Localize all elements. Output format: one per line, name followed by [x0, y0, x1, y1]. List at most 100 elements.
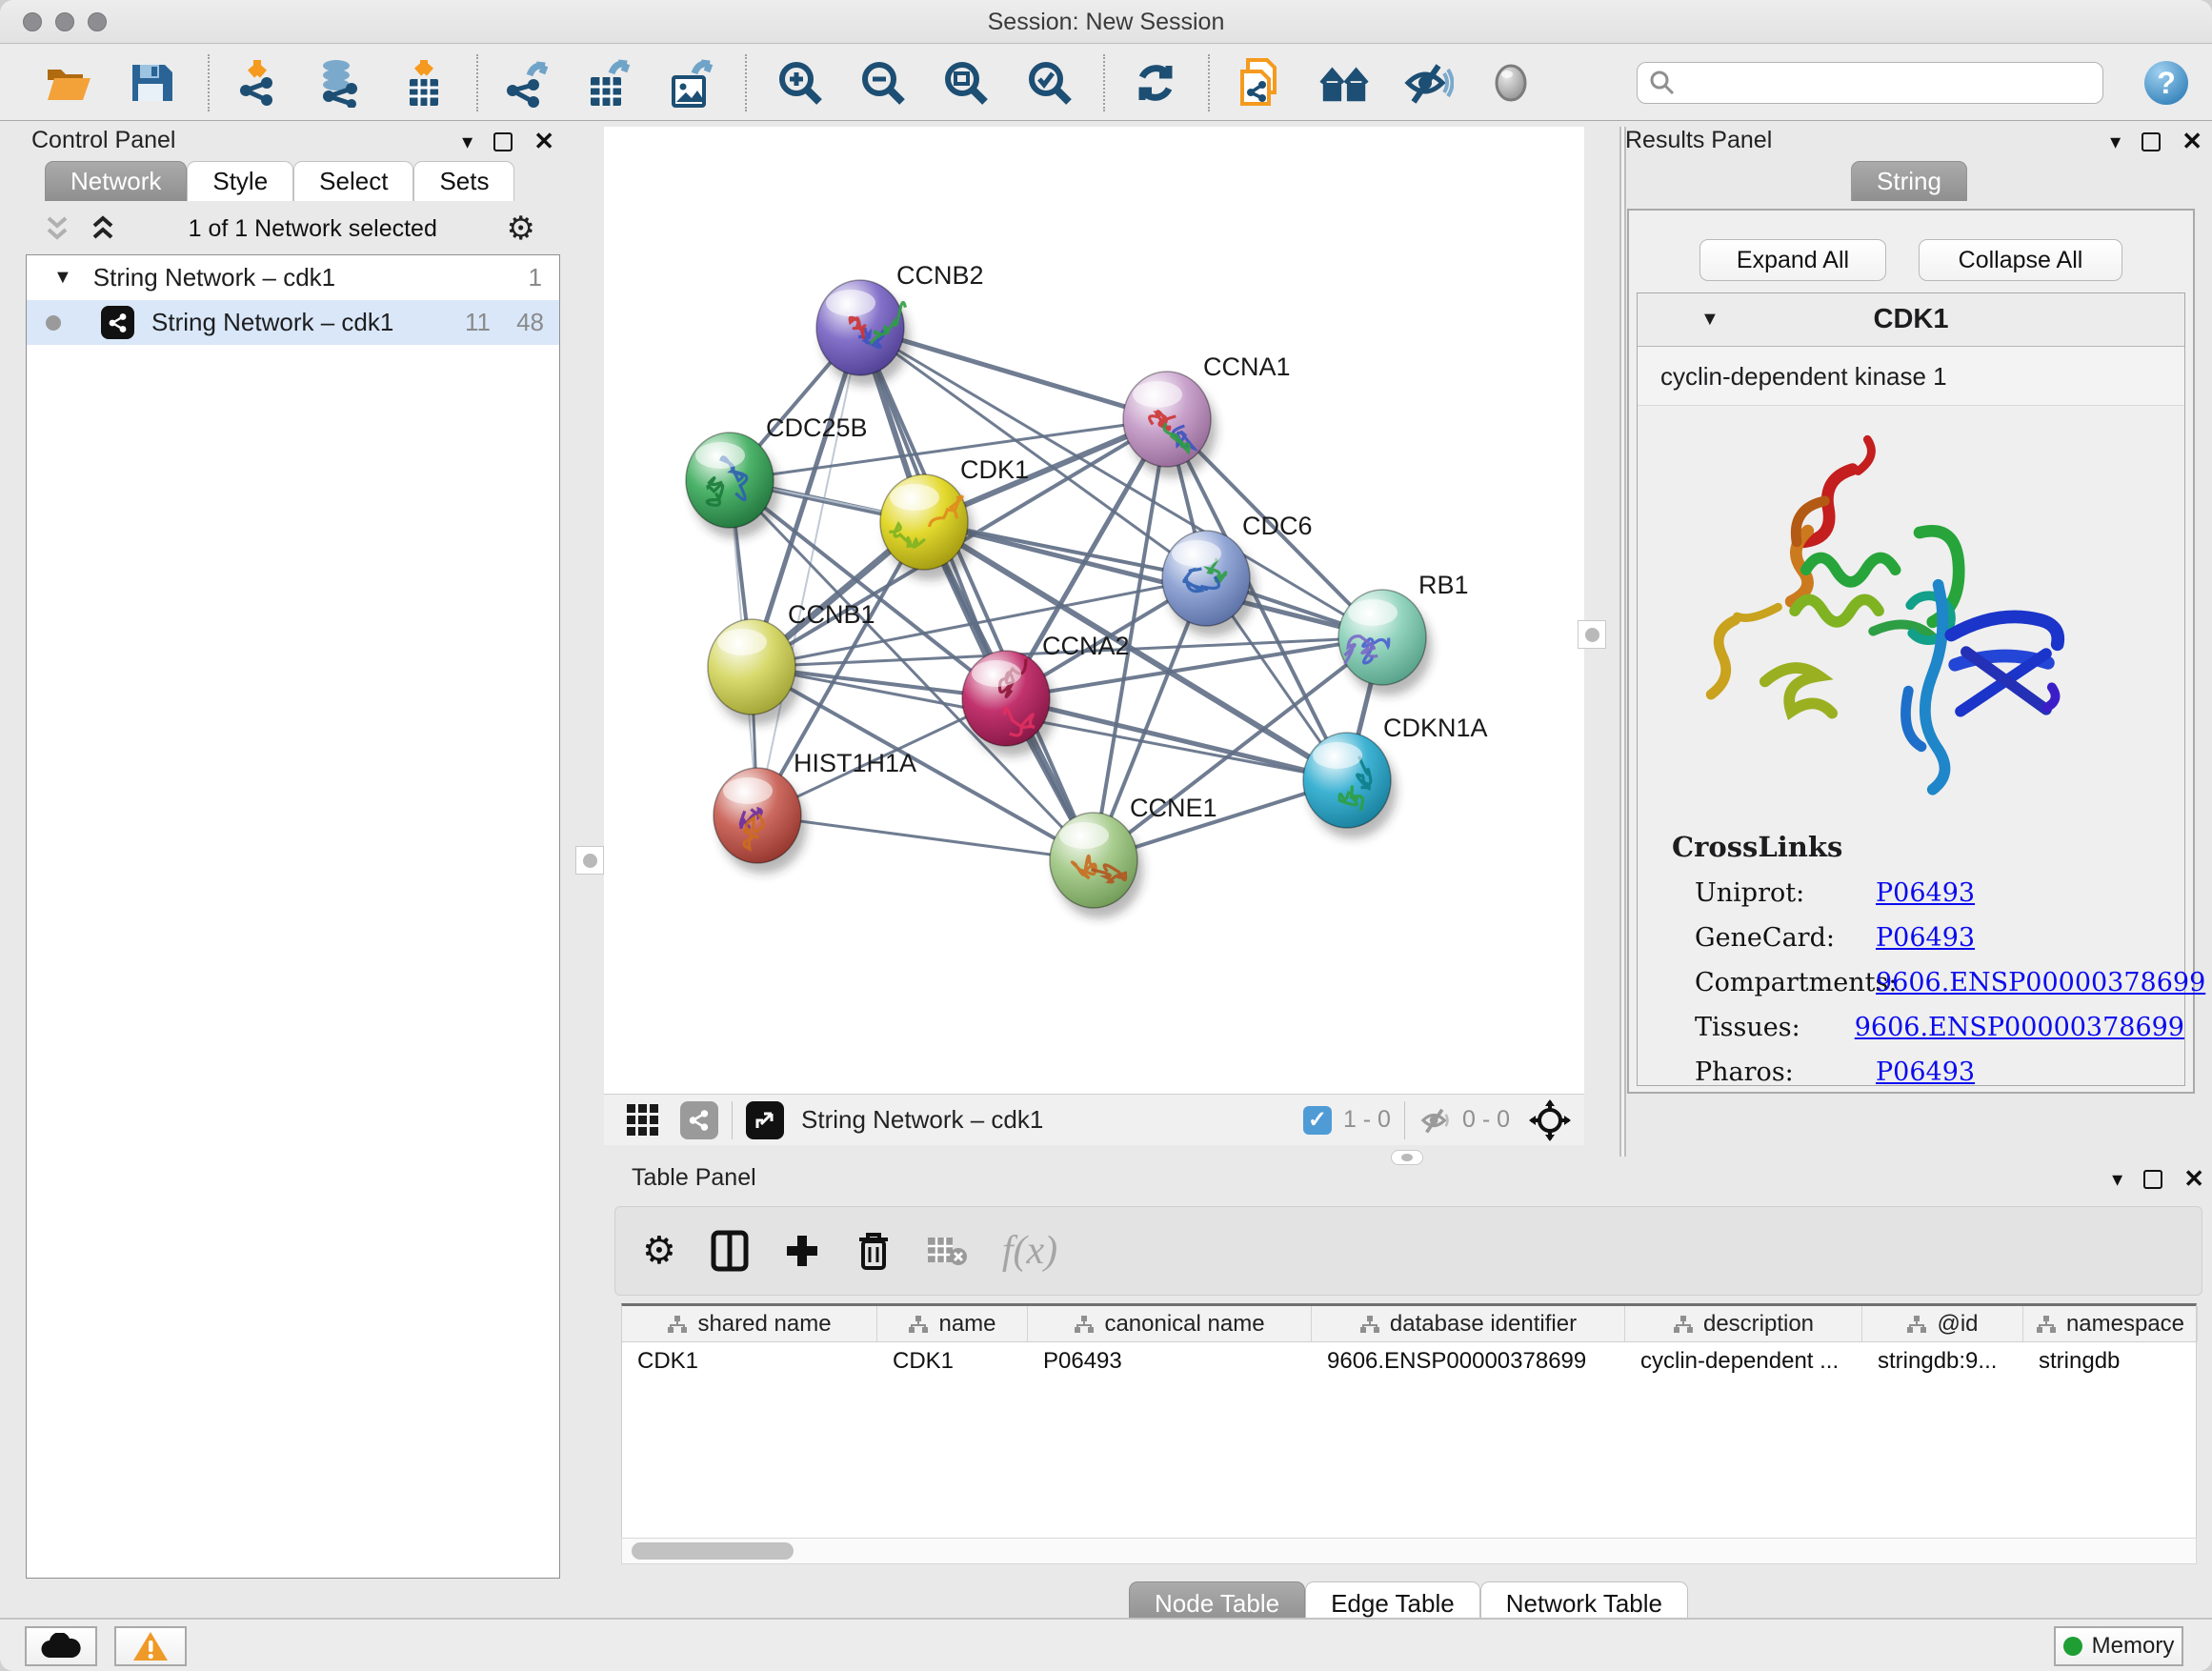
crosslink-link[interactable]: P06493 [1876, 878, 1975, 908]
panel-float-icon[interactable] [2142, 132, 2161, 151]
clone-network-icon[interactable] [1233, 56, 1286, 110]
first-neighbors-icon[interactable] [1317, 56, 1371, 110]
tree-expander-icon[interactable]: ▼ [53, 267, 72, 289]
import-network-file-icon[interactable] [232, 56, 286, 110]
table-cell[interactable]: 9606.ENSP00000378699 [1312, 1342, 1625, 1380]
add-column-icon[interactable] [783, 1232, 821, 1270]
zoom-fit-icon[interactable] [939, 56, 993, 110]
search-field[interactable] [1637, 62, 2103, 104]
crosslink-link[interactable]: P06493 [1876, 1057, 1975, 1087]
hidden-eye-icon[interactable] [1418, 1106, 1453, 1135]
cloud-button[interactable] [25, 1626, 97, 1666]
panel-menu-icon[interactable]: ▾ [2110, 130, 2121, 154]
save-session-icon[interactable] [124, 56, 177, 110]
scrollbar-thumb[interactable] [632, 1542, 794, 1560]
gear-icon[interactable]: ⚙ [507, 210, 535, 248]
delete-icon[interactable] [855, 1230, 892, 1272]
table-horizontal-scrollbar[interactable] [621, 1538, 2197, 1564]
delete-table-icon[interactable] [926, 1234, 968, 1268]
network-node-ccne1[interactable] [1050, 813, 1143, 918]
collapse-all-icon[interactable] [41, 212, 73, 245]
entry-expander-icon[interactable]: ▼ [1700, 309, 1719, 331]
columns-icon[interactable] [711, 1230, 749, 1272]
network-node-cdkn1a[interactable] [1303, 733, 1397, 838]
collapse-all-button[interactable]: Collapse All [1919, 239, 2122, 281]
show-all-icon[interactable] [1484, 56, 1538, 110]
expand-all-icon[interactable] [87, 212, 119, 245]
column-header-shared-name[interactable]: shared name [622, 1306, 877, 1341]
table-row[interactable]: CDK1CDK1P064939606.ENSP00000378699cyclin… [622, 1342, 2196, 1380]
network-edge[interactable] [757, 815, 1094, 860]
export-table-icon[interactable] [581, 56, 634, 110]
memory-button[interactable]: Memory [2054, 1626, 2183, 1666]
hide-selected-icon[interactable] [1401, 56, 1455, 110]
panel-close-icon[interactable]: ✕ [2182, 127, 2202, 156]
table-cell[interactable]: CDK1 [877, 1342, 1028, 1380]
import-network-database-icon[interactable] [312, 56, 366, 110]
warning-button[interactable] [114, 1626, 187, 1666]
network-edge[interactable] [860, 328, 1094, 860]
zoom-selected-icon[interactable] [1023, 56, 1076, 110]
network-node-rb1[interactable] [1338, 590, 1432, 695]
right-splitter-grip[interactable] [1578, 620, 1606, 649]
network-node-cdc25b[interactable] [686, 433, 779, 538]
network-node-ccna1[interactable] [1123, 372, 1217, 477]
crosslink-link[interactable]: 9606.ENSP00000378699 [1855, 1013, 2184, 1042]
import-table-icon[interactable] [397, 56, 451, 110]
fit-selected-crosshair-icon[interactable] [1529, 1099, 1571, 1141]
network-node-hist1h1a[interactable] [714, 768, 807, 874]
table-cell[interactable]: stringdb [2023, 1342, 2198, 1380]
network-node-cdk1[interactable] [880, 474, 974, 580]
network-canvas[interactable]: CCNB2CCNA1CDC25BCDK1CDC6RB1CCNB1CCNA2CDK… [604, 127, 1584, 1094]
gear-icon[interactable]: ⚙ [642, 1229, 676, 1273]
table-cell[interactable]: CDK1 [622, 1342, 877, 1380]
search-input[interactable] [1676, 66, 2102, 100]
help-icon[interactable]: ? [2140, 56, 2193, 110]
export-network-icon[interactable] [499, 56, 553, 110]
gene-entry-header[interactable]: ▼ CDK1 [1638, 293, 2184, 347]
tab-select[interactable]: Select [293, 161, 413, 201]
crosslink-link[interactable]: 9606.ENSP00000378699 [1876, 968, 2205, 997]
panel-close-icon[interactable]: ✕ [2183, 1164, 2204, 1194]
panel-menu-icon[interactable]: ▾ [462, 130, 473, 154]
network-view-icon[interactable] [680, 1101, 718, 1139]
tab-style[interactable]: Style [187, 161, 293, 201]
network-edge[interactable] [1006, 698, 1347, 780]
function-icon[interactable]: f(x) [1002, 1228, 1057, 1274]
column-header-description[interactable]: description [1625, 1306, 1862, 1341]
selected-checkbox-icon[interactable]: ✓ [1303, 1106, 1332, 1135]
panel-float-icon[interactable] [2143, 1170, 2162, 1189]
tab-string[interactable]: String [1851, 161, 1967, 201]
table-cell[interactable]: P06493 [1028, 1342, 1312, 1380]
table-cell[interactable]: cyclin-dependent ... [1625, 1342, 1862, 1380]
network-graph[interactable]: CCNB2CCNA1CDC25BCDK1CDC6RB1CCNB1CCNA2CDK… [604, 127, 1584, 1094]
network-node-ccna2[interactable] [962, 651, 1056, 756]
birdseye-view-icon[interactable] [746, 1101, 784, 1139]
network-collection-row[interactable]: ▼ String Network – cdk1 1 [27, 255, 559, 300]
column-header-database-identifier[interactable]: database identifier [1312, 1306, 1625, 1341]
zoom-in-icon[interactable] [774, 56, 827, 110]
tab-sets[interactable]: Sets [413, 161, 514, 201]
bottom-splitter-grip[interactable] [1391, 1150, 1423, 1165]
column-header-canonical-name[interactable]: canonical name [1028, 1306, 1312, 1341]
network-row[interactable]: String Network – cdk1 11 48 [27, 300, 559, 345]
crosslink-link[interactable]: P06493 [1876, 923, 1975, 953]
expand-all-button[interactable]: Expand All [1699, 239, 1886, 281]
column-header-name[interactable]: name [877, 1306, 1028, 1341]
column-header-namespace[interactable]: namespace [2023, 1306, 2198, 1341]
export-image-icon[interactable] [664, 56, 717, 110]
network-node-cdc6[interactable] [1162, 531, 1256, 636]
node-label-cdkn1a: CDKN1A [1383, 714, 1488, 742]
network-node-ccnb2[interactable] [816, 280, 910, 386]
column-header-@id[interactable]: @id [1862, 1306, 2023, 1341]
table-cell[interactable]: stringdb:9... [1862, 1342, 2023, 1380]
panel-float-icon[interactable] [493, 132, 513, 151]
grid-view-icon[interactable] [625, 1102, 661, 1138]
panel-menu-icon[interactable]: ▾ [2112, 1167, 2122, 1192]
tab-network[interactable]: Network [45, 161, 187, 201]
open-session-icon[interactable] [42, 56, 95, 110]
zoom-out-icon[interactable] [856, 56, 910, 110]
left-splitter-grip[interactable] [575, 846, 604, 875]
panel-close-icon[interactable]: ✕ [533, 127, 554, 156]
refresh-layout-icon[interactable] [1129, 56, 1182, 110]
